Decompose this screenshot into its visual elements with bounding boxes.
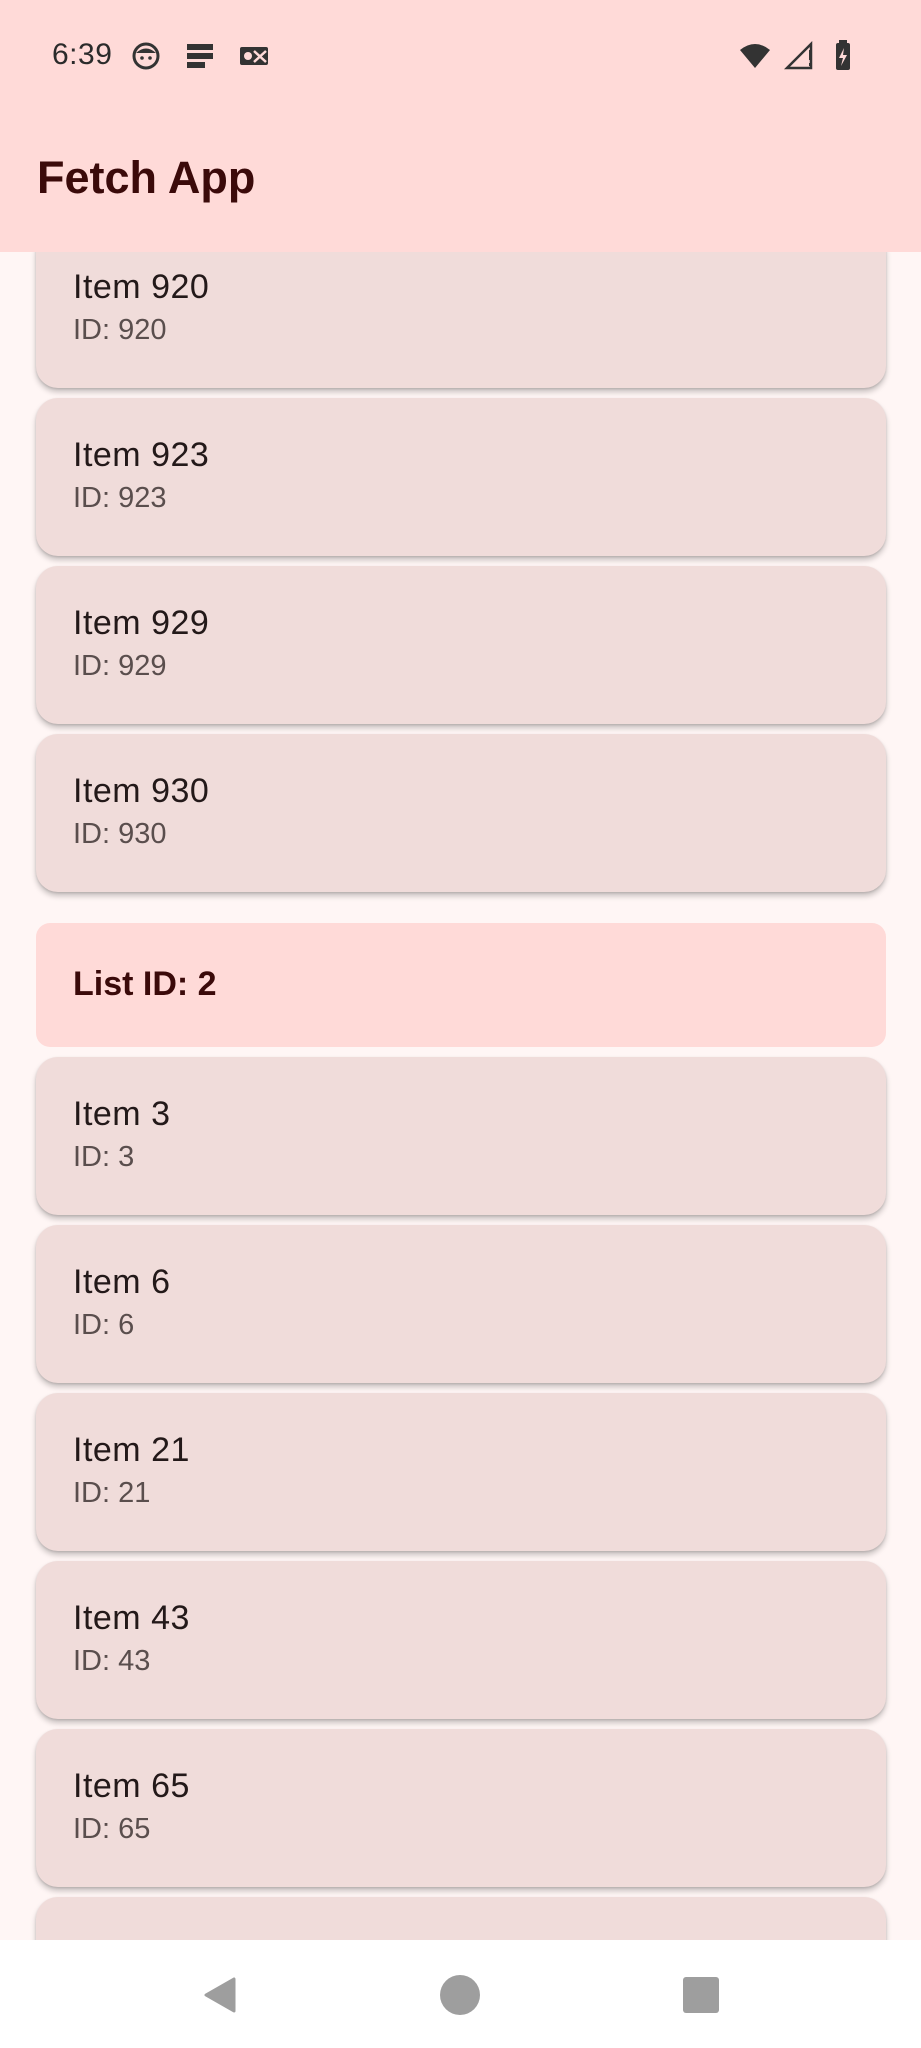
- item-id: ID: 923: [73, 482, 167, 514]
- item-name: Item 21: [73, 1431, 190, 1469]
- back-icon[interactable]: [196, 1970, 246, 2020]
- item-id: ID: 930: [73, 818, 167, 850]
- item-name: Item 6: [73, 1263, 171, 1301]
- list-item[interactable]: Item 21 ID: 21: [36, 1393, 886, 1551]
- status-time: 6:39: [52, 38, 113, 71]
- item-name: Item 930: [73, 772, 210, 810]
- list-group-header: List ID: 2: [36, 923, 886, 1047]
- item-id: ID: 929: [73, 650, 167, 682]
- system-nav-bar: [0, 1940, 921, 2048]
- list-item-partial[interactable]: [36, 1897, 886, 1940]
- item-name: Item 3: [73, 1095, 171, 1133]
- item-name: Item 929: [73, 604, 210, 642]
- battery-charging-icon: [836, 40, 850, 70]
- wifi-icon: [740, 44, 770, 68]
- list-item[interactable]: Item 6 ID: 6: [36, 1225, 886, 1383]
- list-item[interactable]: Item 65 ID: 65: [36, 1729, 886, 1887]
- home-icon[interactable]: [435, 1970, 485, 2020]
- list-item[interactable]: Item 930 ID: 930: [36, 734, 886, 892]
- item-name: Item 65: [73, 1767, 190, 1805]
- face-icon: [132, 42, 160, 70]
- item-name: Item 43: [73, 1599, 190, 1637]
- app-screen: 6:39 Fetch App Item 920 ID: 920 Item 923…: [0, 0, 921, 2048]
- list-item[interactable]: Item 929 ID: 929: [36, 566, 886, 724]
- recents-icon[interactable]: [676, 1970, 726, 2020]
- item-id: ID: 21: [73, 1477, 151, 1509]
- item-id: ID: 65: [73, 1813, 151, 1845]
- item-name: Item 923: [73, 436, 210, 474]
- list-item[interactable]: Item 3 ID: 3: [36, 1057, 886, 1215]
- top-app-bar: 6:39 Fetch App: [0, 0, 921, 252]
- item-id: ID: 6: [73, 1309, 135, 1341]
- status-notification-icons: [130, 40, 270, 72]
- list-group-header-label: List ID: 2: [73, 965, 217, 1003]
- status-bar: 6:39: [0, 0, 921, 110]
- photo-badge-icon: [240, 47, 268, 65]
- list-item[interactable]: Item 923 ID: 923: [36, 398, 886, 556]
- item-list[interactable]: Item 920 ID: 920 Item 923 ID: 923 Item 9…: [0, 252, 921, 1940]
- item-id: ID: 43: [73, 1645, 151, 1677]
- notes-icon: [187, 44, 213, 68]
- status-system-icons: [739, 40, 859, 72]
- signal-icon: [783, 40, 813, 70]
- item-id: ID: 3: [73, 1141, 135, 1173]
- list-item[interactable]: Item 43 ID: 43: [36, 1561, 886, 1719]
- item-id: ID: 920: [73, 314, 167, 346]
- item-name: Item 920: [73, 268, 210, 306]
- app-title: Fetch App: [37, 152, 256, 203]
- list-item[interactable]: Item 920 ID: 920: [36, 252, 886, 388]
